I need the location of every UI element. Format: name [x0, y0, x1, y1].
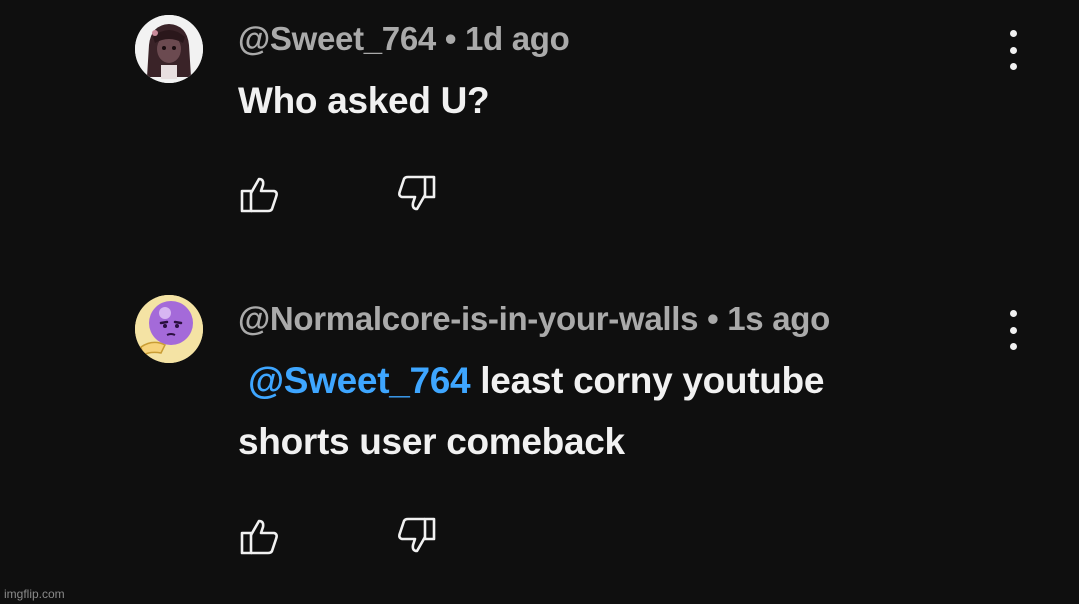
comment-text-line-2: shorts user comeback [238, 421, 625, 462]
comment-text: Who asked U? [238, 70, 490, 131]
comments-screen: @Sweet_764 • 1d ago Who asked U? @Normal… [0, 0, 1079, 604]
thumbs-up-icon[interactable] [237, 514, 281, 558]
watermark: imgflip.com [4, 587, 65, 601]
comment-text-line-1: @Sweet_764 least corny youtube [238, 350, 824, 411]
comment-text-content: Who asked U? [238, 80, 490, 121]
avatar[interactable] [135, 295, 203, 363]
more-vert-icon[interactable] [1004, 30, 1022, 70]
comment-item: @Normalcore-is-in-your-walls • 1s ago @S… [0, 280, 1079, 580]
comment-text: @Sweet_764 least corny youtube shorts us… [238, 350, 824, 472]
thumbs-up-icon[interactable] [237, 172, 281, 216]
more-vert-icon[interactable] [1004, 310, 1022, 350]
comment-item: @Sweet_764 • 1d ago Who asked U? [0, 0, 1079, 260]
meta-separator: • [698, 300, 728, 337]
comment-text-content: least corny youtube [470, 360, 825, 401]
author-handle[interactable]: @Sweet_764 [238, 20, 436, 57]
avatar[interactable] [135, 15, 203, 83]
thumbs-down-icon[interactable] [395, 172, 439, 216]
mention-link[interactable]: @Sweet_764 [248, 360, 471, 401]
timestamp[interactable]: 1d ago [465, 20, 570, 57]
thumbs-down-icon[interactable] [395, 514, 439, 558]
comment-meta: @Normalcore-is-in-your-walls • 1s ago [238, 300, 830, 338]
author-handle[interactable]: @Normalcore-is-in-your-walls [238, 300, 699, 337]
meta-separator: • [435, 20, 465, 57]
comment-meta: @Sweet_764 • 1d ago [238, 20, 570, 58]
timestamp[interactable]: 1s ago [727, 300, 830, 337]
